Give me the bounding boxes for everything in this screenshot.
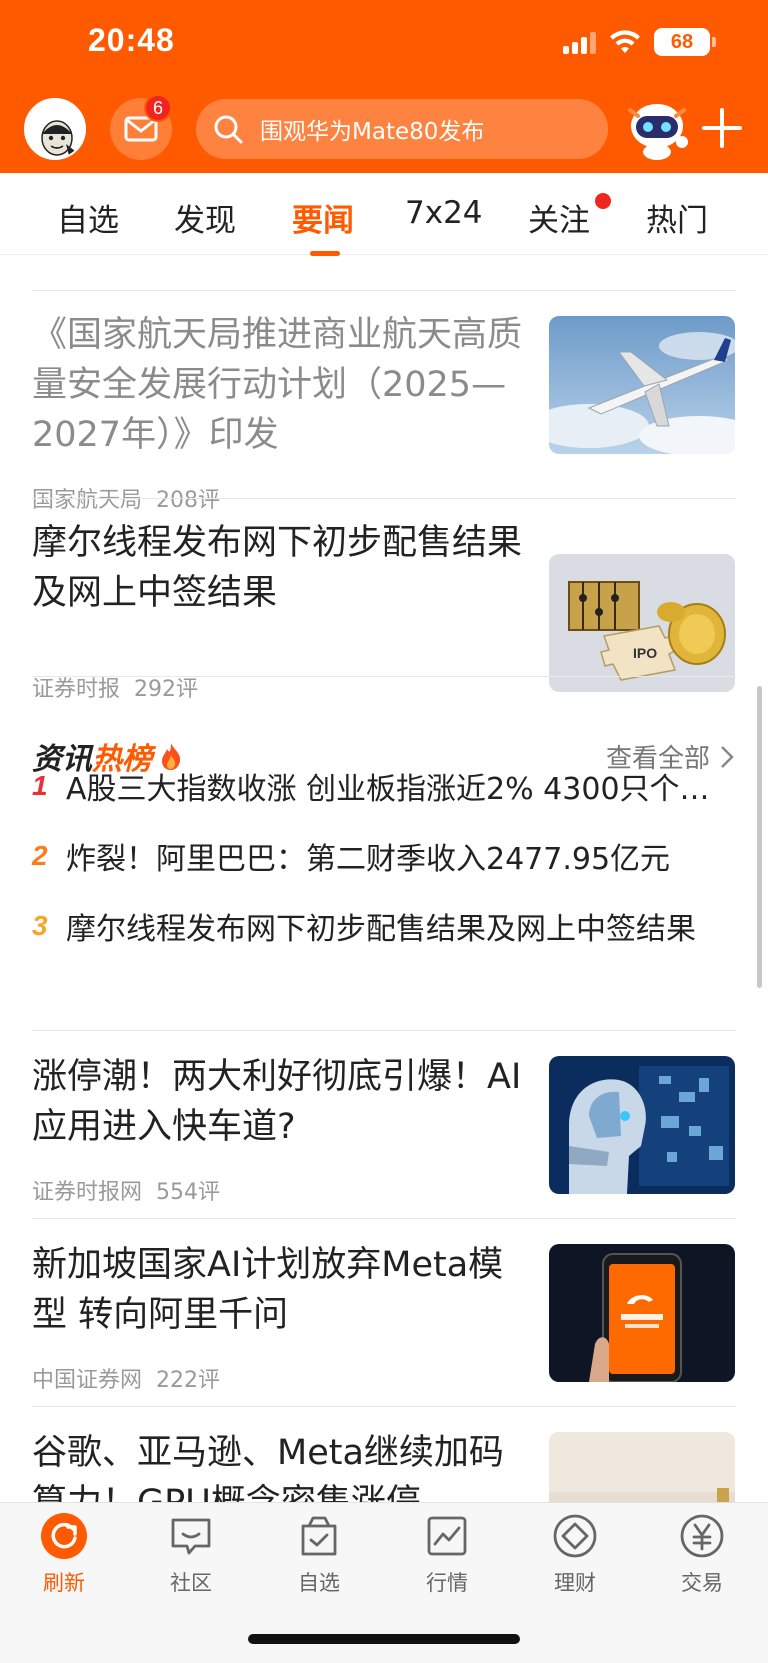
hot-text: 摩尔线程发布网下初步配售结果及网上中签结果	[66, 912, 696, 947]
news-comments: 222评	[156, 1368, 221, 1393]
status-time: 20:48	[88, 22, 175, 58]
trade-icon	[679, 1513, 725, 1559]
home-indicator[interactable]	[248, 1634, 520, 1644]
nav-label: 刷新	[43, 1571, 85, 1595]
tab-following[interactable]: 关注	[528, 195, 590, 240]
finance-icon	[552, 1513, 598, 1559]
nav-label: 交易	[681, 1571, 723, 1595]
hot-rank: 3	[32, 910, 48, 941]
hot-text: A股三大指数收涨 创业板指涨近2% 4300只个股上涨	[66, 772, 736, 807]
hot-list-item[interactable]: 2 炸裂！阿里巴巴：第二财季收入2477.95亿元	[32, 834, 736, 878]
tab-trending[interactable]: 热门	[646, 195, 708, 240]
nav-community[interactable]: 社区	[141, 1513, 241, 1597]
hot-text: 炸裂！阿里巴巴：第二财季收入2477.95亿元	[66, 842, 671, 877]
nav-refresh[interactable]: 刷新	[14, 1513, 114, 1597]
news-feed[interactable]: 《国家航天局推进商业航天高质量安全发展行动计划（2025—2027年）》印发 国…	[0, 256, 768, 1502]
news-source: 中国证券网	[32, 1368, 143, 1393]
news-thumbnail-ipo: IPO	[549, 554, 735, 692]
hot-rank: 2	[32, 840, 48, 871]
signal-icon	[563, 30, 596, 54]
hot-list-item[interactable]: 1 A股三大指数收涨 创业板指涨近2% 4300只个股上涨	[32, 764, 736, 808]
hot-list-item[interactable]: 3 摩尔线程发布网下初步配售结果及网上中签结果	[32, 904, 736, 948]
nav-label: 社区	[170, 1571, 212, 1595]
news-title: 摩尔线程发布网下初步配售结果及网上中签结果	[32, 523, 523, 613]
news-comments: 292评	[134, 677, 199, 702]
search-icon	[214, 115, 243, 144]
tab-discover[interactable]: 发现	[174, 195, 236, 240]
divider	[32, 498, 736, 499]
divider	[32, 1030, 736, 1031]
divider	[32, 676, 736, 677]
tab-7x24[interactable]: 7x24	[405, 195, 483, 231]
nav-label: 理财	[554, 1571, 596, 1595]
market-icon	[424, 1513, 470, 1559]
channel-tabs: 自选 发现 要闻 7x24 关注 热门	[0, 173, 768, 256]
add-icon[interactable]	[702, 108, 742, 148]
search-placeholder: 围观华为Mate80发布	[260, 119, 485, 145]
nav-watchlist[interactable]: 自选	[269, 1513, 369, 1597]
nav-market[interactable]: 行情	[397, 1513, 497, 1597]
nav-label: 行情	[426, 1571, 468, 1595]
news-source: 国家航天局	[32, 488, 143, 513]
wifi-icon	[610, 30, 640, 53]
community-icon	[168, 1513, 214, 1559]
mail-badge: 6	[144, 94, 172, 122]
news-comments: 208评	[156, 488, 221, 513]
news-thumbnail-airplane	[549, 316, 735, 454]
tab-headlines[interactable]: 要闻	[292, 195, 354, 240]
top-header: 20:48 68 6 围观华为Mate80发布	[0, 0, 768, 173]
news-title: 《国家航天局推进商业航天高质量安全发展行动计划（2025—2027年）》印发	[32, 315, 523, 455]
news-title: 涨停潮！两大利好彻底引爆！AI应用进入快车道?	[32, 1057, 522, 1147]
svg-text:IPO: IPO	[633, 645, 657, 661]
news-meta: 中国证券网 222评	[32, 1362, 220, 1394]
search-bar[interactable]: 围观华为Mate80发布	[196, 99, 608, 159]
news-title: 谷歌、亚马逊、Meta继续加码算力！GPU概念密集涨停	[32, 1433, 504, 1502]
watchlist-icon	[296, 1513, 342, 1559]
status-icons: 68	[563, 28, 716, 56]
news-comments: 554评	[156, 1180, 221, 1205]
news-source: 证券时报网	[32, 1180, 143, 1205]
hot-rank: 1	[32, 770, 48, 801]
nav-label: 自选	[298, 1571, 340, 1595]
robot-assistant-icon[interactable]	[622, 96, 692, 162]
divider	[32, 290, 736, 291]
avatar[interactable]	[24, 98, 86, 160]
following-notification-dot	[595, 193, 611, 209]
tab-watchlist[interactable]: 自选	[57, 195, 119, 240]
divider	[32, 1406, 736, 1407]
news-thumbnail-ai	[549, 1056, 735, 1194]
refresh-icon	[41, 1513, 87, 1559]
news-meta: 证券时报网 554评	[32, 1174, 220, 1206]
news-thumbnail-partial	[549, 1432, 735, 1502]
battery-icon: 68	[654, 28, 716, 56]
avatar-image	[26, 100, 84, 158]
nav-finance[interactable]: 理财	[525, 1513, 625, 1597]
news-source: 证券时报	[32, 677, 121, 702]
nav-trade[interactable]: 交易	[652, 1513, 752, 1597]
divider	[32, 1218, 736, 1219]
news-title: 新加坡国家AI计划放弃Meta模型 转向阿里千问	[32, 1245, 504, 1335]
news-thumbnail-alibaba	[549, 1244, 735, 1382]
scrollbar[interactable]	[757, 686, 762, 988]
